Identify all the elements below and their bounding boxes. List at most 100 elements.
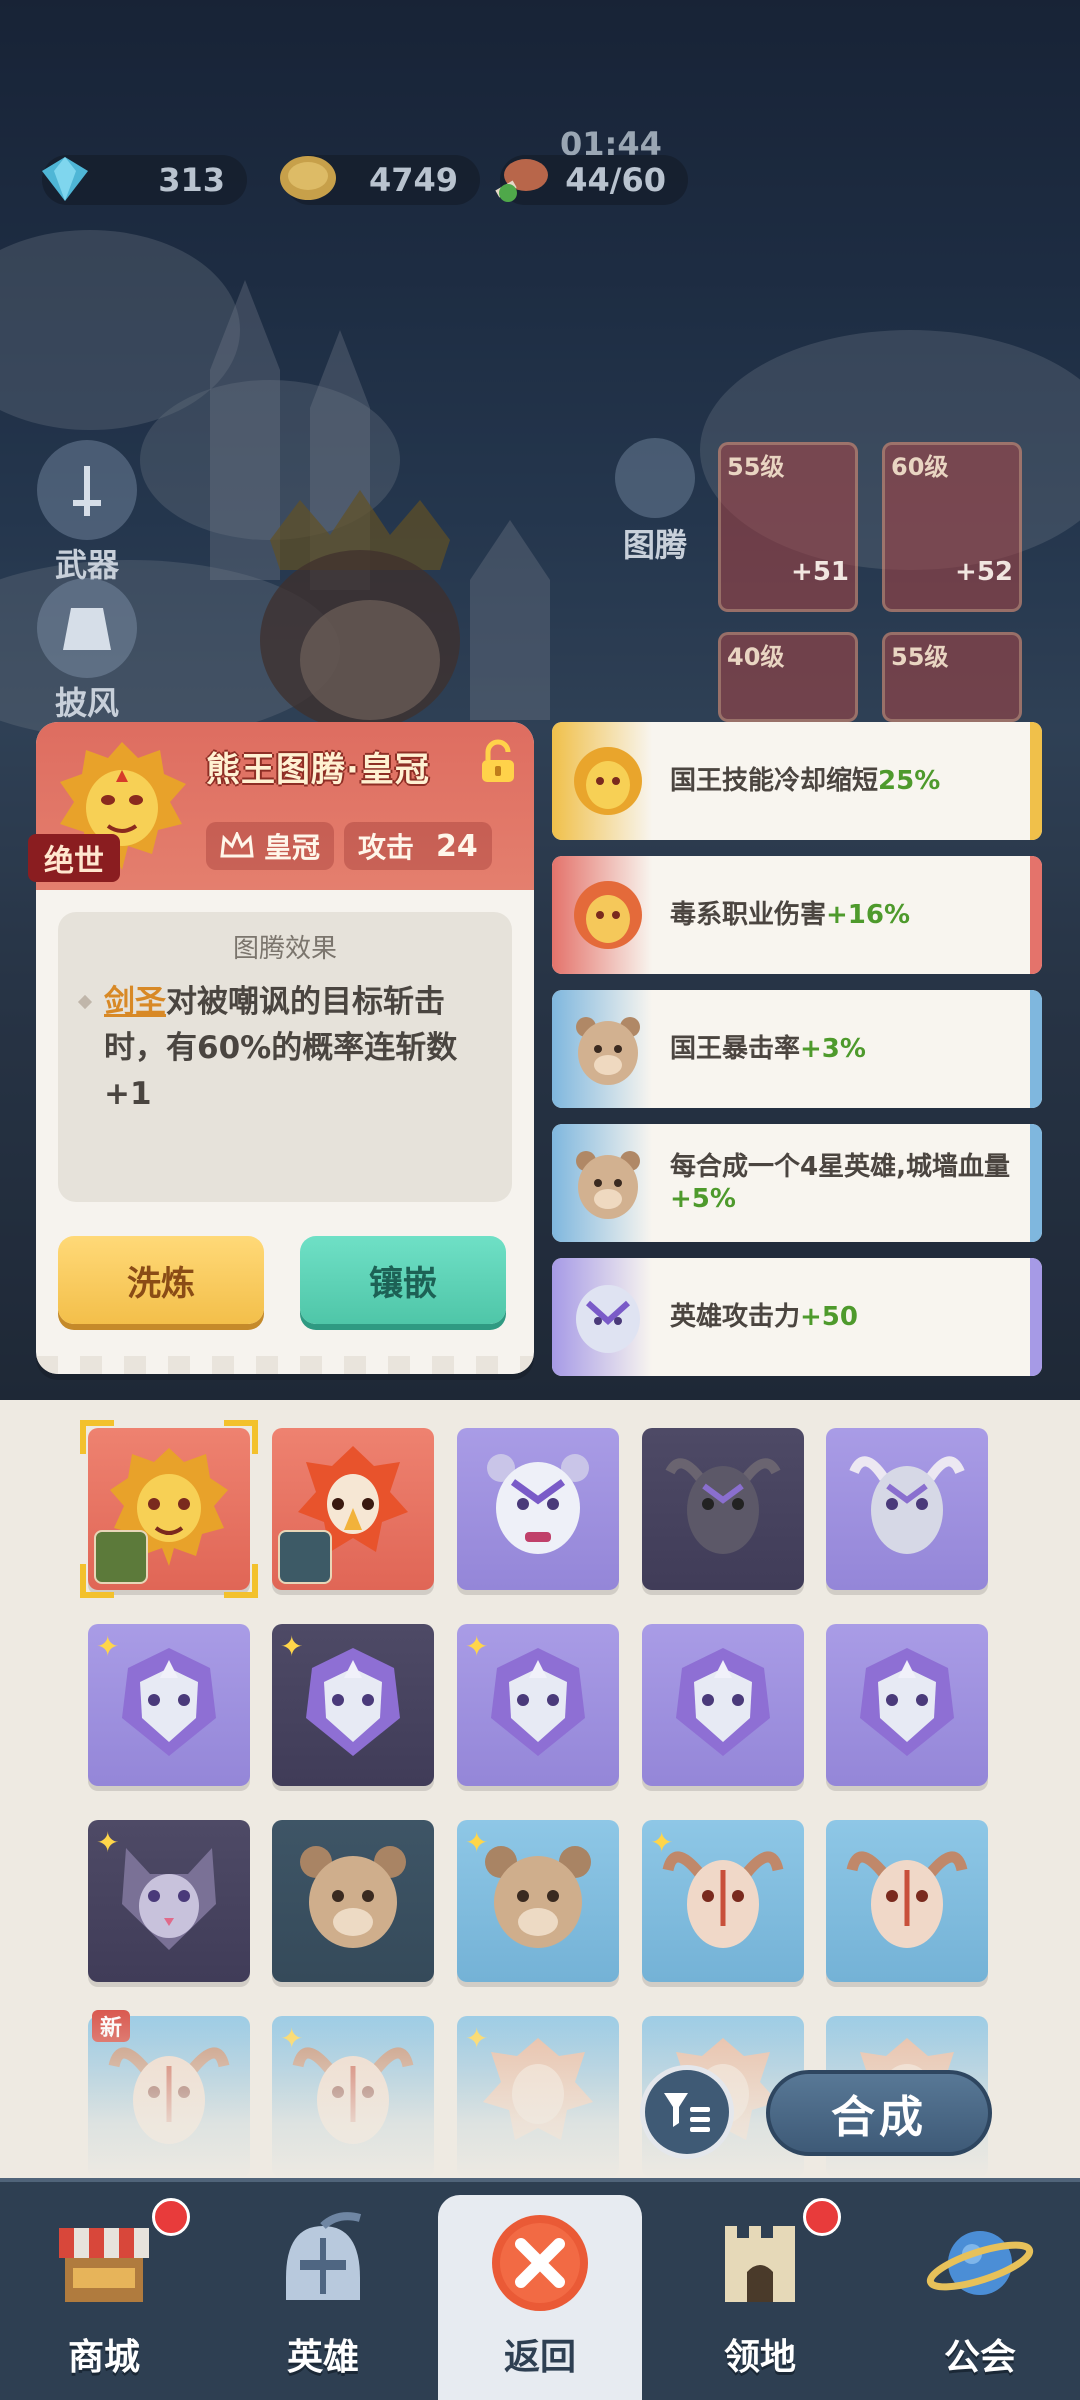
- stat-value: +3%: [800, 1034, 866, 1064]
- nav-heroes-label: 英雄: [286, 2337, 359, 2378]
- totem-slot[interactable]: [457, 1428, 619, 1590]
- effect-title: 图腾效果: [232, 934, 337, 964]
- merge-button[interactable]: 合成: [766, 2070, 992, 2156]
- equipment-slot[interactable]: 55级 +51: [718, 442, 858, 612]
- stat-text: 国王技能冷却缩短25%: [670, 765, 1020, 797]
- totem-slot[interactable]: ✦: [457, 1624, 619, 1786]
- wash-button[interactable]: 洗炼: [58, 1236, 264, 1324]
- white-tiger-totem-icon: [487, 1454, 589, 1554]
- star-icon: ✦: [96, 1630, 120, 1663]
- nav-guild[interactable]: 公会: [900, 2198, 1060, 2388]
- meat-stamina-icon: [495, 159, 548, 202]
- nav-guild-label: 公会: [943, 2337, 1016, 2378]
- totem-detail-card: 熊王图腾·皇冠 皇冠 攻击 24 图腾效果 剑圣对被嘲讽的目标斩击时，有60%的…: [36, 722, 534, 1374]
- nav-shop-label: 商城: [67, 2337, 140, 2378]
- red-lion-icon: [574, 881, 642, 949]
- star-icon: ✦: [465, 1826, 489, 1859]
- stat-row: 国王技能冷却缩短25%: [552, 722, 1042, 840]
- cape-icon: [37, 578, 137, 678]
- gems-counter[interactable]: 313: [42, 155, 247, 205]
- coins-counter[interactable]: 4749: [280, 155, 480, 205]
- stat-value: +5%: [670, 1184, 736, 1214]
- stat-text: 国王暴击率+3%: [670, 1033, 1020, 1065]
- cat-totem-icon: [122, 1848, 216, 1950]
- effect-description: 剑圣对被嘲讽的目标斩击时，有60%的概率连斩数+1: [77, 979, 494, 1117]
- totem-icon: [615, 438, 695, 518]
- territory-notification-dot: [803, 2198, 841, 2236]
- totem-slot[interactable]: [642, 1428, 804, 1590]
- effect-hero-link[interactable]: 剑圣: [104, 984, 166, 1020]
- bear-icon: [576, 1151, 640, 1219]
- stat-row: 英雄攻击力+50: [552, 1258, 1042, 1376]
- star-icon: ✦: [650, 1826, 674, 1859]
- star-icon: ✦: [465, 1630, 489, 1663]
- totem-slot[interactable]: [272, 1820, 434, 1982]
- silver-bull-totem-icon: [849, 1456, 965, 1554]
- nav-back-label: 返回: [503, 2337, 576, 2378]
- totem-title: 熊王图腾·皇冠: [206, 750, 430, 790]
- totem-slot[interactable]: ✦: [88, 1624, 250, 1786]
- stat-accent-edge: [1030, 856, 1042, 974]
- totem-slot[interactable]: [272, 1428, 434, 1590]
- totem-slot[interactable]: [826, 1428, 988, 1590]
- equipment-level: 40级: [727, 643, 785, 671]
- planet-icon: [926, 2231, 1034, 2295]
- selection-corner: [224, 1564, 258, 1598]
- stat-text: 每合成一个4星英雄,城墙血量+5%: [670, 1151, 1020, 1215]
- sword-icon: [37, 440, 137, 540]
- unlock-icon[interactable]: [474, 738, 522, 786]
- filter-button[interactable]: [640, 2065, 734, 2159]
- totem-tab-button[interactable]: 图腾: [605, 438, 705, 566]
- totem-slot[interactable]: [642, 1624, 804, 1786]
- stat-label: 毒系职业伤害: [670, 900, 827, 930]
- gold-lion-icon: [574, 747, 642, 815]
- stat-accent-edge: [1030, 1258, 1042, 1376]
- equipment-level: 60级: [891, 453, 949, 481]
- bear-totem-icon: [300, 1846, 406, 1948]
- totem-slot[interactable]: ✦: [642, 1820, 804, 1982]
- stat-value: 25%: [878, 766, 941, 796]
- equipment-slot[interactable]: 55级: [882, 632, 1022, 722]
- coin-icon: [280, 156, 336, 200]
- totem-slot[interactable]: [826, 1624, 988, 1786]
- inlay-button[interactable]: 镶嵌: [300, 1236, 506, 1324]
- bear-icon: [576, 1017, 640, 1085]
- star-icon: ✦: [96, 1826, 120, 1859]
- stamina-counter[interactable]: 44/60: [495, 155, 688, 205]
- purple-wolf-totem-icon: [122, 1648, 216, 1756]
- selection-corner: [80, 1564, 114, 1598]
- stat-label: 国王暴击率: [670, 1034, 801, 1064]
- bullet-icon: [77, 994, 93, 1010]
- attack-pill: 攻击 24: [344, 822, 492, 870]
- purple-wolf-totem-icon: [306, 1648, 400, 1756]
- totem-slot[interactable]: ✦: [457, 1820, 619, 1982]
- cape-button[interactable]: 披风: [32, 578, 142, 724]
- hero-avatar: [278, 1530, 332, 1584]
- equipment-level: 55级: [891, 643, 949, 671]
- equipment-level: 55级: [727, 453, 785, 481]
- stat-row: 每合成一个4星英雄,城墙血量+5%: [552, 1124, 1042, 1242]
- equipment-slot[interactable]: 40级: [718, 632, 858, 722]
- equipment-slot[interactable]: 60级 +52: [882, 442, 1022, 612]
- equipment-plus: +51: [791, 557, 849, 587]
- weapon-button[interactable]: 武器: [32, 440, 142, 586]
- crown-icon: [220, 832, 254, 858]
- stat-text: 英雄攻击力+50: [670, 1301, 1020, 1333]
- purple-wolf-totem-icon: [491, 1648, 585, 1756]
- bear-totem-icon: [485, 1846, 591, 1948]
- bull-skull-totem-icon: [662, 1851, 784, 1948]
- stat-accent-edge: [1030, 990, 1042, 1108]
- totem-slot[interactable]: ✦: [88, 1820, 250, 1982]
- purple-wolf-totem-icon: [860, 1648, 954, 1756]
- star-icon: ✦: [280, 1630, 304, 1663]
- selection-corner: [80, 1420, 114, 1454]
- attack-label: 攻击: [358, 831, 415, 864]
- rarity-badge: 绝世: [28, 834, 120, 882]
- stat-accent-edge: [1030, 722, 1042, 840]
- totem-slot[interactable]: ✦: [272, 1624, 434, 1786]
- nav-territory-label: 领地: [723, 2337, 796, 2378]
- nav-back[interactable]: 返回: [460, 2198, 620, 2388]
- white-tiger-icon: [576, 1285, 640, 1353]
- nav-heroes[interactable]: 英雄: [243, 2198, 403, 2388]
- totem-slot[interactable]: [826, 1820, 988, 1982]
